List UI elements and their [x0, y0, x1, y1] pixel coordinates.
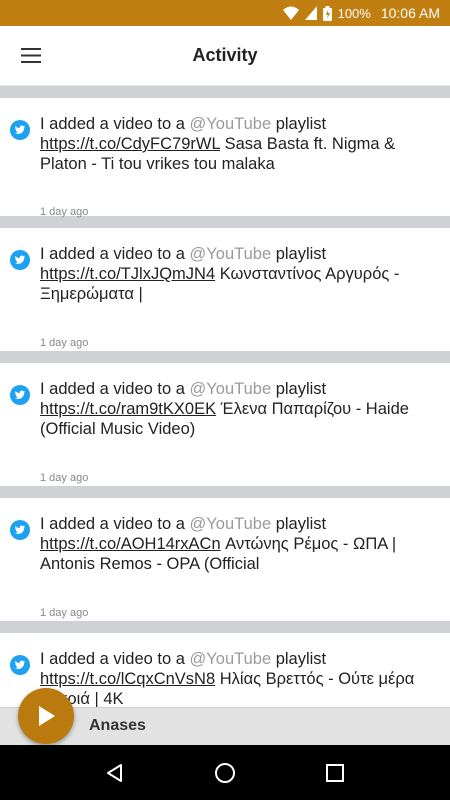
menu-button[interactable] — [0, 26, 62, 86]
timestamp: 1 day ago — [40, 607, 89, 619]
recents-icon — [326, 763, 344, 782]
youtube-mention[interactable]: @YouTube — [190, 515, 272, 533]
play-button[interactable] — [18, 688, 74, 744]
activity-feed[interactable]: I added a video to a @YouTube playlist h… — [0, 86, 450, 707]
twitter-icon — [10, 250, 30, 270]
twitter-icon — [10, 120, 30, 140]
activity-text: I added a video to a @YouTube playlist h… — [40, 115, 396, 173]
playlist-link[interactable]: https://t.co/lCqxCnVsN8 — [40, 670, 215, 688]
battery-icon — [322, 5, 332, 21]
youtube-mention[interactable]: @YouTube — [190, 380, 272, 398]
playlist-link[interactable]: https://t.co/ram9tKX0EK — [40, 400, 216, 418]
timestamp: 1 day ago — [40, 472, 89, 484]
playlist-link[interactable]: https://t.co/CdyFC79rWL — [40, 135, 220, 153]
activity-card[interactable]: I added a video to a @YouTube playlist h… — [0, 363, 450, 486]
clock: 10:06 AM — [380, 5, 440, 21]
twitter-icon — [10, 385, 30, 405]
home-icon — [215, 762, 235, 783]
timestamp: 1 day ago — [40, 337, 89, 349]
activity-card[interactable]: I added a video to a @YouTube playlist h… — [0, 228, 450, 351]
playlist-link[interactable]: https://t.co/AOH14rxACn — [40, 535, 221, 553]
battery-percent: 100% — [337, 5, 371, 21]
status-bar: 100% 10:06 AM — [0, 0, 450, 26]
activity-text: I added a video to a @YouTube playlist h… — [40, 650, 415, 707]
app-bar: Activity — [0, 26, 450, 86]
youtube-mention[interactable]: @YouTube — [190, 245, 272, 263]
play-icon — [39, 706, 55, 726]
activity-text: I added a video to a @YouTube playlist h… — [40, 515, 397, 573]
menu-icon — [21, 48, 41, 63]
activity-card[interactable]: I added a video to a @YouTube playlist h… — [0, 498, 450, 621]
signal-icon — [304, 6, 317, 20]
wifi-icon — [282, 6, 299, 20]
twitter-icon — [10, 520, 30, 540]
youtube-mention[interactable]: @YouTube — [190, 650, 272, 668]
recents-button[interactable] — [315, 753, 355, 793]
timestamp: 1 day ago — [40, 206, 89, 218]
activity-card[interactable]: I added a video to a @YouTube playlist h… — [0, 98, 450, 218]
youtube-mention[interactable]: @YouTube — [190, 115, 272, 133]
twitter-icon — [10, 655, 30, 675]
back-icon — [107, 763, 122, 782]
home-button[interactable] — [205, 753, 245, 793]
activity-card[interactable]: I added a video to a @YouTube playlist h… — [0, 633, 450, 707]
now-playing-title: Anases — [89, 717, 146, 734]
playlist-link[interactable]: https://t.co/TJlxJQmJN4 — [40, 265, 215, 283]
page-title: Activity — [192, 45, 258, 65]
activity-text: I added a video to a @YouTube playlist h… — [40, 380, 409, 438]
back-button[interactable] — [95, 753, 135, 793]
system-nav-bar — [0, 745, 450, 800]
activity-text: I added a video to a @YouTube playlist h… — [40, 245, 400, 303]
